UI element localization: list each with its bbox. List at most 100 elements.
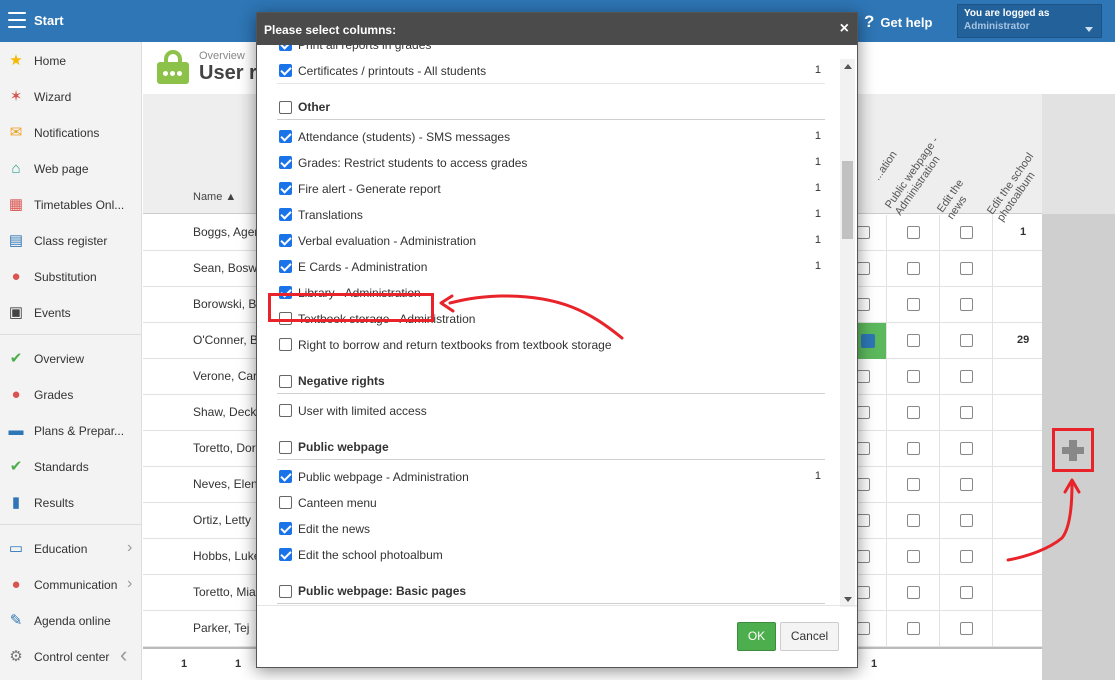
sidebar-item-plans-prepar[interactable]: ▬ Plans & Prepar... (0, 412, 142, 448)
sidebar-item-grades[interactable]: ● Grades (0, 376, 142, 412)
get-help-link[interactable]: ? Get help (864, 12, 932, 32)
grid-checkbox[interactable] (857, 406, 870, 419)
sidebar-item-events[interactable]: ▣ Events (0, 294, 142, 330)
col-header-edit-news[interactable]: Edit the news (935, 165, 984, 221)
col-header-partial[interactable]: ...ation (871, 149, 900, 183)
checkbox-checked[interactable] (279, 548, 292, 561)
grid-checkbox[interactable] (960, 550, 973, 563)
sidebar-item-overview[interactable]: ✔ Overview (0, 340, 142, 376)
column-option[interactable]: Canteen menu (277, 490, 825, 516)
checkbox-checked[interactable] (279, 156, 292, 169)
column-group[interactable]: Negative rights (277, 368, 825, 394)
checkbox-checked[interactable] (279, 522, 292, 535)
grid-checkbox[interactable] (907, 478, 920, 491)
grid-checkbox[interactable] (960, 478, 973, 491)
grid-checkbox[interactable] (907, 406, 920, 419)
grid-checkbox[interactable] (960, 586, 973, 599)
hamburger-menu-icon[interactable] (8, 12, 26, 28)
checkbox-checked[interactable] (861, 334, 875, 348)
grid-checkbox[interactable] (857, 586, 870, 599)
column-option[interactable]: Public webpage - Administration 1 (277, 464, 825, 490)
sidebar-item-timetables-onl[interactable]: ▦ Timetables Onl... (0, 186, 142, 222)
grid-checkbox[interactable] (960, 370, 973, 383)
grid-checkbox[interactable] (960, 298, 973, 311)
grid-checkbox[interactable] (857, 550, 870, 563)
checkbox-unchecked[interactable] (279, 496, 292, 509)
checkbox-unchecked[interactable] (279, 338, 292, 351)
checkbox-checked[interactable] (279, 182, 292, 195)
grid-checkbox[interactable] (857, 514, 870, 527)
checkbox-checked[interactable] (279, 470, 292, 483)
grid-checkbox[interactable] (907, 226, 920, 239)
name-column-header[interactable]: Name ▲ (193, 191, 236, 203)
checkbox-checked[interactable] (279, 208, 292, 221)
active-cell[interactable] (858, 323, 886, 359)
sidebar-item-home[interactable]: ★ Home (0, 42, 142, 78)
grid-checkbox[interactable] (857, 298, 870, 311)
column-option[interactable]: Fire alert - Generate report 1 (277, 176, 825, 202)
grid-checkbox[interactable] (857, 262, 870, 275)
scroll-up-icon[interactable] (844, 64, 852, 69)
column-option[interactable]: Verbal evaluation - Administration 1 (277, 228, 825, 254)
column-option[interactable]: Print all reports in grades (277, 45, 825, 58)
column-option[interactable]: E Cards - Administration 1 (277, 254, 825, 280)
chevron-right-icon[interactable]: › (127, 539, 132, 557)
user-menu[interactable]: You are logged as Administrator (957, 4, 1102, 38)
sidebar-item-wizard[interactable]: ✶ Wizard (0, 78, 142, 114)
grid-checkbox[interactable] (857, 226, 870, 239)
breadcrumb[interactable]: Overview (199, 50, 245, 62)
sidebar-item-standards[interactable]: ✔ Standards (0, 448, 142, 484)
sidebar-item-agenda-online[interactable]: ✎ Agenda online (0, 602, 142, 638)
add-column-button[interactable] (1052, 428, 1094, 472)
checkbox-checked[interactable] (279, 234, 292, 247)
checkbox-checked[interactable] (279, 45, 292, 51)
group-checkbox[interactable] (279, 101, 292, 114)
grid-checkbox[interactable] (907, 442, 920, 455)
grid-checkbox[interactable] (907, 550, 920, 563)
cancel-button[interactable]: Cancel (780, 622, 839, 651)
column-option[interactable]: User with limited access (277, 398, 825, 424)
dialog-scrollbar[interactable] (840, 59, 855, 607)
checkbox-unchecked[interactable] (279, 404, 292, 417)
grid-checkbox[interactable] (960, 622, 973, 635)
grid-checkbox[interactable] (907, 514, 920, 527)
grid-checkbox[interactable] (960, 334, 973, 347)
grid-checkbox[interactable] (907, 262, 920, 275)
sidebar-item-class-register[interactable]: ▤ Class register (0, 222, 142, 258)
column-group[interactable]: Public webpage (277, 434, 825, 460)
checkbox-checked[interactable] (279, 130, 292, 143)
grid-checkbox[interactable] (907, 334, 920, 347)
column-group[interactable]: Other (277, 94, 825, 120)
checkbox-checked[interactable] (279, 64, 292, 77)
column-option[interactable]: Certificates / printouts - All students 1 (277, 58, 825, 84)
grid-checkbox[interactable] (857, 370, 870, 383)
column-option[interactable]: Attendance (students) - SMS messages 1 (277, 124, 825, 150)
group-checkbox[interactable] (279, 441, 292, 454)
column-option[interactable]: Translations 1 (277, 202, 825, 228)
close-icon[interactable]: × (840, 20, 849, 38)
scroll-down-icon[interactable] (844, 597, 852, 602)
chevron-left-icon[interactable]: ‹ (120, 642, 127, 668)
grid-checkbox[interactable] (960, 226, 973, 239)
grid-checkbox[interactable] (960, 442, 973, 455)
sidebar-item-web-page[interactable]: ⌂ Web page (0, 150, 142, 186)
scrollbar-thumb[interactable] (842, 161, 853, 239)
grid-checkbox[interactable] (960, 406, 973, 419)
sidebar-item-communication[interactable]: ● Communication (0, 566, 142, 602)
grid-checkbox[interactable] (857, 478, 870, 491)
column-option[interactable]: Grades: Restrict students to access grad… (277, 150, 825, 176)
column-option[interactable]: Right to borrow and return textbooks fro… (277, 332, 825, 358)
chevron-right-icon[interactable]: › (127, 575, 132, 593)
grid-checkbox[interactable] (960, 514, 973, 527)
column-option[interactable]: Edit the school photoalbum (277, 542, 825, 568)
grid-checkbox[interactable] (857, 622, 870, 635)
group-checkbox[interactable] (279, 585, 292, 598)
checkbox-checked[interactable] (279, 260, 292, 273)
sidebar-item-substitution[interactable]: ● Substitution (0, 258, 142, 294)
grid-checkbox[interactable] (907, 586, 920, 599)
column-option[interactable]: Edit the news (277, 516, 825, 542)
grid-checkbox[interactable] (960, 262, 973, 275)
grid-checkbox[interactable] (907, 370, 920, 383)
start-label[interactable]: Start (34, 13, 64, 28)
column-group[interactable]: Public webpage: Basic pages (277, 578, 825, 604)
